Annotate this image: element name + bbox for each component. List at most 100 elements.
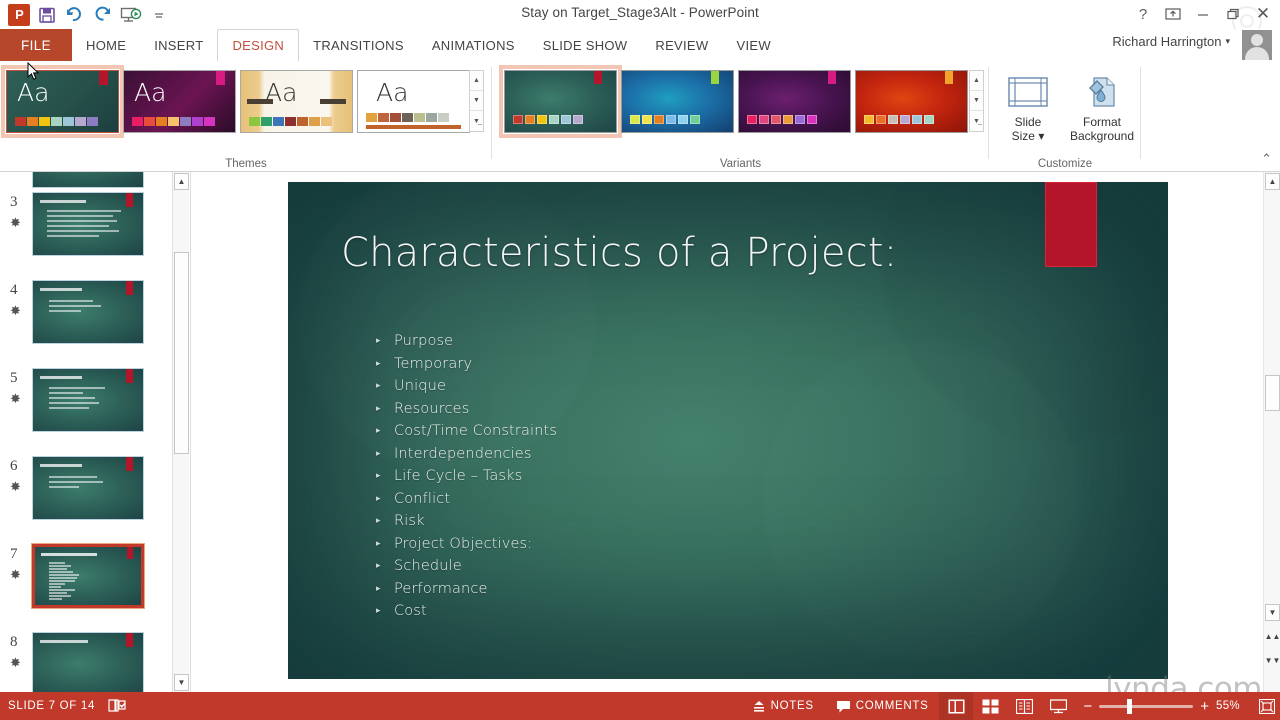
tab-home[interactable]: HOME [72, 29, 140, 61]
slide-show-button[interactable] [1041, 692, 1075, 720]
tab-slide-show[interactable]: SLIDE SHOW [529, 29, 642, 61]
previous-slide-button[interactable]: ▲▲ [1265, 628, 1280, 645]
bullet-triangle-icon: ▸ [376, 449, 394, 459]
bullet-triangle-icon: ▸ [376, 359, 394, 369]
mouse-cursor [27, 62, 40, 81]
zoom-level-label[interactable]: 55% [1216, 700, 1246, 712]
zoom-in-button[interactable]: + [1200, 698, 1209, 715]
slide-thumbnail[interactable] [32, 192, 144, 256]
collapse-ribbon-button[interactable]: ⌃ [1261, 151, 1272, 167]
thumbnail-pane-scrollbar[interactable]: ▲ ▼ [172, 172, 189, 692]
restore-button[interactable] [1218, 0, 1248, 28]
variant-accent-marker [945, 71, 953, 84]
slide-thumbnail[interactable] [32, 280, 144, 344]
slide-size-button[interactable]: Slide Size ▾ [994, 69, 1062, 143]
scroll-up-icon[interactable]: ▲ [1265, 173, 1280, 190]
tab-animations[interactable]: ANIMATIONS [418, 29, 529, 61]
scroll-down-icon[interactable]: ▼ [1265, 604, 1280, 621]
chevron-down-icon[interactable]: ▾ [1225, 36, 1230, 47]
ribbon-display-options-icon[interactable] [1158, 0, 1188, 28]
theme-preview-text: Aa [376, 78, 408, 107]
variant-blue[interactable] [621, 70, 734, 133]
variants-scroll-down-icon[interactable]: ▼ [970, 91, 983, 111]
slide-title[interactable]: Characteristics of a Project: [341, 230, 1108, 276]
themes-more-icon[interactable]: ▼̲ [470, 111, 483, 131]
format-background-button[interactable]: Format Background [1062, 69, 1142, 143]
current-slide[interactable]: Characteristics of a Project: ▸Purpose ▸… [288, 182, 1168, 679]
canvas-scrollbar[interactable]: ▲ ▼ ▲▲ ▼▼ [1263, 172, 1280, 692]
reading-view-button[interactable] [1007, 692, 1041, 720]
zoom-control[interactable]: − + 55% [1075, 698, 1254, 715]
theme-purple[interactable]: Aa [123, 70, 236, 133]
slide-thumbnail-current[interactable] [32, 544, 144, 608]
list-item[interactable]: 3 ✸ [0, 188, 172, 276]
list-item[interactable]: 6 ✸ [0, 452, 172, 540]
slide-bullet-list[interactable]: ▸Purpose ▸Temporary ▸Unique ▸Resources ▸… [376, 330, 1128, 623]
themes-group-label: Themes [0, 158, 492, 170]
zoom-slider-thumb[interactable] [1127, 699, 1132, 714]
list-item[interactable]: 7 ✸ [0, 540, 172, 628]
variants-more-icon[interactable]: ▼̲ [970, 111, 983, 131]
slide-thumbnail[interactable] [32, 456, 144, 520]
theme-white-plain[interactable]: Aa [357, 70, 470, 133]
slide-accent-bar [126, 369, 133, 383]
tab-design[interactable]: DESIGN [217, 29, 299, 61]
slide-thumbnail[interactable] [32, 368, 144, 432]
variant-red[interactable] [855, 70, 968, 133]
tab-file[interactable]: FILE [0, 29, 72, 61]
themes-gallery: Aa Aa Aa [6, 70, 470, 133]
status-bar-right: NOTES COMMENTS − [741, 692, 1280, 720]
list-item[interactable]: 5 ✸ [0, 364, 172, 452]
variant-green[interactable] [504, 70, 617, 133]
notes-button[interactable]: NOTES [741, 692, 825, 720]
variant-purple[interactable] [738, 70, 851, 133]
bullet-text: Performance [394, 581, 488, 597]
scroll-up-icon[interactable]: ▲ [174, 173, 189, 190]
next-slide-button[interactable]: ▼▼ [1265, 652, 1280, 669]
themes-gallery-scroller[interactable]: ▲ ▼ ▼̲ [469, 70, 484, 132]
theme-wood-banded[interactable]: Aa [240, 70, 353, 133]
comments-button[interactable]: COMMENTS [825, 692, 940, 720]
list-item[interactable]: 8 ✸ [0, 628, 172, 692]
bullet-triangle-icon: ▸ [376, 336, 394, 346]
bullet-triangle-icon: ▸ [376, 516, 394, 526]
tab-view[interactable]: VIEW [722, 29, 784, 61]
bullet-triangle-icon: ▸ [376, 471, 394, 481]
variants-gallery-scroller[interactable]: ▲ ▼ ▼̲ [969, 70, 984, 132]
slide-sorter-button[interactable] [973, 692, 1007, 720]
list-item: ▸Interdependencies [376, 443, 1128, 466]
theme-facet-green[interactable]: Aa [6, 70, 119, 133]
theme-preview-text: Aa [134, 78, 166, 107]
minimize-button[interactable] [1188, 0, 1218, 28]
help-button[interactable]: ? [1128, 0, 1158, 28]
zoom-out-button[interactable]: − [1083, 698, 1092, 715]
themes-scroll-up-icon[interactable]: ▲ [470, 71, 483, 91]
bullet-text: Unique [394, 378, 446, 394]
avatar[interactable] [1242, 30, 1272, 60]
scroll-down-icon[interactable]: ▼ [174, 674, 189, 691]
scrollbar-thumb[interactable] [174, 252, 189, 454]
window-title: Stay on Target_Stage3Alt - PowerPoint [0, 5, 1280, 20]
list-item[interactable]: 4 ✸ [0, 276, 172, 364]
slide-editing-canvas[interactable]: Characteristics of a Project: ▸Purpose ▸… [191, 172, 1254, 692]
normal-view-button[interactable] [939, 692, 973, 720]
fit-slide-icon[interactable] [1254, 692, 1280, 720]
zoom-slider[interactable] [1099, 705, 1193, 708]
scrollbar-thumb[interactable] [1265, 375, 1280, 411]
animation-star-icon: ✸ [10, 303, 21, 319]
spellcheck-icon[interactable] [107, 698, 127, 714]
themes-scroll-down-icon[interactable]: ▼ [470, 91, 483, 111]
ribbon-group-customize: Slide Size ▾ Format Background Customize [989, 61, 1141, 172]
animation-star-icon: ✸ [10, 479, 21, 495]
tab-insert[interactable]: INSERT [140, 29, 217, 61]
slide-thumbnail[interactable] [32, 172, 144, 188]
tab-transitions[interactable]: TRANSITIONS [299, 29, 418, 61]
list-item[interactable] [0, 172, 172, 188]
slide-thumbnail-pane[interactable]: 3 ✸ 4 ✸ [0, 172, 172, 692]
close-button[interactable]: ✕ [1248, 0, 1278, 28]
user-account[interactable]: Richard Harrington ▾ [1112, 34, 1230, 49]
slide-thumbnail[interactable] [32, 632, 144, 692]
variants-scroll-up-icon[interactable]: ▲ [970, 71, 983, 91]
tab-review[interactable]: REVIEW [641, 29, 722, 61]
list-item: ▸Risk [376, 510, 1128, 533]
